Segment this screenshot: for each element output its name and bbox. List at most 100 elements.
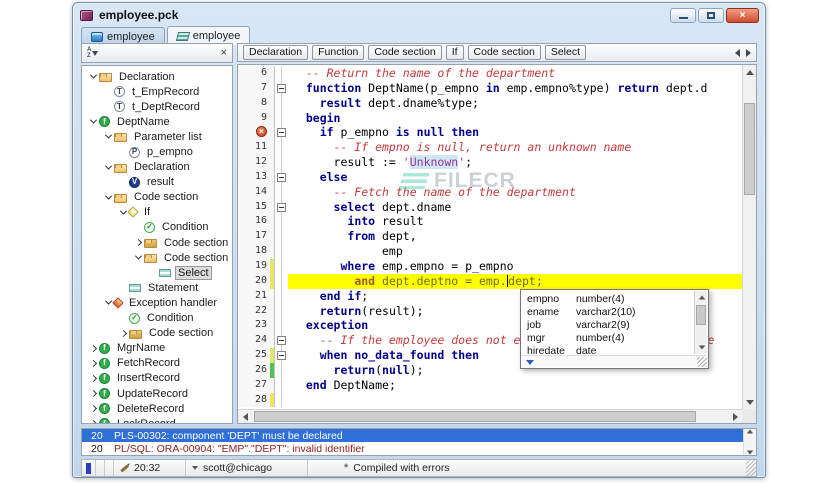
expander-open-icon[interactable] [103, 192, 114, 200]
code-line[interactable]: 6 -- Return the name of the department [238, 66, 742, 81]
code-text[interactable]: else [288, 170, 742, 185]
tree-item[interactable]: Select [84, 265, 232, 280]
tree-item[interactable]: Tt_DeptRecord [84, 99, 232, 114]
nav-left-icon[interactable] [735, 48, 740, 57]
expander-closed-icon[interactable] [88, 374, 99, 382]
session-selector[interactable]: scott@chicago [186, 460, 308, 476]
code-line[interactable]: 19 where emp.empno = p_empno [238, 258, 742, 274]
scroll-up-button[interactable] [743, 65, 757, 79]
scroll-down-button[interactable] [743, 395, 757, 409]
tree-item[interactable]: f FetchRecord [84, 356, 232, 371]
code-text[interactable]: from dept, [288, 229, 742, 244]
tree-item[interactable]: Declaration [84, 160, 232, 175]
code-line[interactable]: 28 [238, 392, 742, 408]
tree-item[interactable]: Exception handler [84, 295, 232, 310]
breadcrumb-button[interactable]: Select [544, 45, 587, 60]
expander-open-icon[interactable] [88, 71, 99, 79]
code-line[interactable]: 12 result := 'Unknown'; [238, 155, 742, 170]
code-text[interactable]: if p_empno is null then [288, 125, 742, 140]
code-text[interactable]: begin [288, 111, 742, 126]
completion-item[interactable]: job varchar2(9) [522, 318, 693, 331]
nav-right-icon[interactable] [746, 48, 751, 57]
code-editor[interactable]: 6 -- Return the name of the department 7 … [237, 64, 757, 424]
close-button[interactable]: × [726, 7, 759, 23]
completion-item[interactable]: mgr number(4) [522, 331, 693, 344]
fold-toggle[interactable] [277, 336, 286, 346]
expander-closed-icon[interactable] [133, 239, 144, 247]
tree-item[interactable]: f InsertRecord [84, 371, 232, 386]
breadcrumb-button[interactable]: If [445, 45, 464, 60]
tree-item[interactable]: ✓ Condition [84, 311, 232, 326]
expander-closed-icon[interactable] [88, 405, 99, 413]
code-line[interactable]: 18 emp [238, 244, 742, 259]
code-line[interactable]: 14 -- Fetch the name of the department [238, 184, 742, 200]
code-line[interactable]: 7 function DeptName(p_empno in emp.empno… [238, 80, 742, 96]
maximize-button[interactable] [698, 7, 724, 23]
expander-open-icon[interactable] [103, 162, 114, 170]
code-text[interactable]: and dept.deptno = emp. dept; [288, 273, 742, 289]
expander-closed-icon[interactable] [88, 420, 99, 423]
code-text[interactable]: result := 'Unknown'; [288, 155, 742, 170]
tree-item[interactable]: Tt_EmpRecord [84, 84, 232, 99]
sort-button[interactable]: A Z [87, 47, 99, 59]
fold-toggle[interactable] [277, 172, 286, 182]
tree-item[interactable]: f UpdateRecord [84, 386, 232, 401]
tree-item[interactable]: f MgrName [84, 341, 232, 356]
tree-item[interactable]: f LockRecord [84, 416, 232, 423]
code-line[interactable]: 16 into result [238, 214, 742, 230]
code-text[interactable]: result dept.dname%type; [288, 96, 742, 111]
minimize-button[interactable] [670, 7, 696, 23]
code-text[interactable]: end DeptName; [288, 378, 742, 393]
tree-item[interactable]: Vresult [84, 175, 232, 190]
breadcrumb-button[interactable]: Function [312, 45, 365, 60]
window-resize-grip[interactable] [746, 460, 756, 476]
code-text[interactable]: where emp.empno = p_empno [288, 259, 742, 274]
expander-open-icon[interactable] [88, 116, 99, 124]
expander-open-icon[interactable] [133, 252, 144, 260]
completion-item[interactable]: empno number(4) [522, 292, 693, 305]
tree-item[interactable]: Code section [84, 250, 232, 265]
popup-scrollbar-thumb[interactable] [696, 305, 706, 325]
code-text[interactable] [288, 393, 742, 408]
popup-scroll-up-button[interactable] [695, 291, 708, 304]
panel-close-button[interactable]: × [221, 48, 227, 59]
code-line[interactable]: 17 from dept, [238, 229, 742, 245]
completion-item[interactable]: ename varchar2(10) [522, 305, 693, 318]
code-text[interactable]: select dept.dname [288, 200, 742, 215]
tree-item[interactable]: ✓ Condition [84, 220, 232, 235]
code-text[interactable]: -- If empno is null, return an unknown n… [288, 140, 742, 155]
tree-item[interactable]: Statement [84, 280, 232, 295]
error-scroll-down-icon[interactable] [746, 450, 754, 455]
tree-item[interactable]: Declaration [84, 69, 232, 84]
code-line[interactable]: 11 -- If empno is null, return an unknow… [238, 140, 742, 156]
error-list-scrollbar[interactable] [743, 429, 756, 455]
code-line[interactable]: 20 and dept.deptno = emp. dept; [238, 273, 742, 289]
fold-toggle[interactable] [277, 351, 286, 361]
expander-closed-icon[interactable] [88, 389, 99, 398]
horizontal-scrollbar-thumb[interactable] [254, 411, 696, 422]
fold-toggle[interactable] [277, 128, 286, 138]
error-scroll-up-icon[interactable] [746, 429, 754, 434]
breadcrumb-button[interactable]: Declaration [243, 45, 309, 60]
error-row[interactable]: 20 PL/SQL: ORA-00904: "EMP"."DEPT": inval… [82, 442, 756, 455]
editor-horizontal-scrollbar[interactable] [238, 409, 742, 423]
popup-scrollbar[interactable] [694, 291, 707, 354]
fold-toggle[interactable] [277, 83, 286, 93]
expander-open-icon[interactable] [103, 131, 114, 140]
code-line[interactable]: 15 select dept.dname [238, 199, 742, 215]
tree-item[interactable]: f DeptName [84, 114, 232, 129]
breadcrumb-button[interactable]: Code section [467, 45, 541, 60]
code-text[interactable]: emp [288, 244, 742, 259]
tree-item[interactable]: Code section [84, 235, 232, 250]
tree-item[interactable]: f DeleteRecord [84, 401, 232, 416]
code-text[interactable]: into result [288, 214, 742, 229]
vertical-scrollbar-thumb[interactable] [744, 103, 755, 195]
scroll-right-button[interactable] [728, 410, 742, 424]
tree-item[interactable]: Code section [84, 326, 232, 341]
expander-closed-icon[interactable] [88, 344, 99, 352]
error-row[interactable]: 20 PLS-00302: component 'DEPT' must be de… [82, 429, 756, 442]
breadcrumb-button[interactable]: Code section [368, 45, 442, 60]
tree-item[interactable]: Parameter list [84, 129, 232, 144]
tree-item[interactable]: Pp_empno [84, 144, 232, 159]
code-line[interactable]: 27 end DeptName; [238, 377, 742, 393]
